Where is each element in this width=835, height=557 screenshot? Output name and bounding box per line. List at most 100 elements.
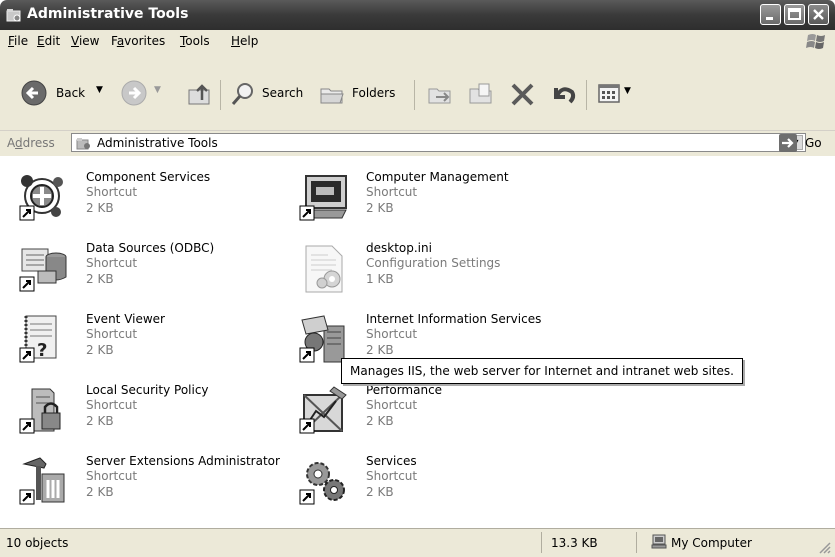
computer-management-icon <box>299 175 347 221</box>
file-type: Shortcut <box>366 398 418 412</box>
address-input[interactable]: Administrative Tools ▼ <box>71 133 806 152</box>
file-item-component-services[interactable]: Component Services Shortcut 2 KB <box>18 170 288 232</box>
file-item-server-extensions-administrator[interactable]: Server Extensions Administrator Shortcut… <box>18 454 288 516</box>
move-to-icon[interactable] <box>426 80 456 108</box>
security-policy-icon <box>19 388 61 434</box>
menu-view[interactable]: View <box>71 34 99 48</box>
file-size: 1 KB <box>366 272 394 286</box>
component-services-icon <box>19 175 63 221</box>
forward-dropdown-icon[interactable]: ▼ <box>154 85 161 95</box>
undo-icon[interactable] <box>548 80 578 108</box>
search-icon <box>231 83 253 105</box>
file-name: Internet Information Services <box>366 312 542 326</box>
status-size: 13.3 KB <box>551 536 598 550</box>
resize-grip-icon[interactable] <box>818 541 832 555</box>
close-icon <box>813 9 824 20</box>
copy-to-icon[interactable] <box>467 80 497 108</box>
forward-button[interactable]: ▼ <box>120 79 170 109</box>
folders-icon <box>320 88 344 104</box>
go-arrow-icon <box>779 134 797 152</box>
views-button[interactable]: ▼ <box>596 80 640 108</box>
file-type: Shortcut <box>366 327 418 341</box>
menu-bar: File Edit View Favorites Tools Help <box>0 30 835 53</box>
file-type: Configuration Settings <box>366 256 501 270</box>
views-icon <box>598 84 620 103</box>
file-type: Shortcut <box>86 469 138 483</box>
file-item-local-security-policy[interactable]: Local Security Policy Shortcut 2 KB <box>18 383 288 445</box>
performance-icon <box>299 386 347 434</box>
file-item-desktop-ini[interactable]: desktop.ini Configuration Settings 1 KB <box>298 241 568 303</box>
menu-favorites[interactable]: Favorites <box>111 34 165 48</box>
windows-flag-icon <box>806 34 825 49</box>
file-type: Shortcut <box>86 185 138 199</box>
title-bar[interactable]: Administrative Tools <box>0 0 835 30</box>
file-name: Computer Management <box>366 170 509 184</box>
file-name: Local Security Policy <box>86 383 209 397</box>
admin-tools-folder-icon <box>6 9 21 22</box>
file-name: Data Sources (ODBC) <box>86 241 215 255</box>
views-dropdown-icon: ▼ <box>624 86 631 96</box>
search-label: Search <box>262 86 304 100</box>
file-size: 2 KB <box>86 272 114 286</box>
file-name: Event Viewer <box>86 312 165 326</box>
file-item-data-sources[interactable]: Data Sources (ODBC) Shortcut 2 KB <box>18 241 288 303</box>
file-list: Component Services Shortcut 2 KB Compute… <box>0 156 835 528</box>
file-size: 2 KB <box>86 414 114 428</box>
go-button[interactable]: Go <box>779 134 831 153</box>
delete-icon[interactable] <box>508 80 538 108</box>
status-bar: 10 objects 13.3 KB My Computer <box>0 528 835 557</box>
minimize-icon <box>766 17 773 20</box>
file-name: Component Services <box>86 170 211 184</box>
file-item-performance[interactable]: Performance Shortcut 2 KB <box>298 383 568 445</box>
menu-help[interactable]: Help <box>231 34 258 48</box>
iis-tooltip: Manages IIS, the web server for Internet… <box>341 358 743 384</box>
file-size: 2 KB <box>86 201 114 215</box>
search-button[interactable]: Search <box>230 79 310 109</box>
file-size: 2 KB <box>366 201 394 215</box>
server-extensions-icon <box>19 457 65 505</box>
up-folder-icon[interactable] <box>186 80 214 108</box>
standard-toolbar: Back ▼ ▼ Search Folders ▼ <box>0 52 835 130</box>
svg-text:?: ? <box>37 340 47 361</box>
file-item-computer-management[interactable]: Computer Management Shortcut 2 KB <box>298 170 568 232</box>
file-type: Shortcut <box>86 256 138 270</box>
config-file-icon <box>305 245 343 293</box>
file-type: Shortcut <box>366 185 418 199</box>
file-item-event-viewer[interactable]: ? Event Viewer Shortcut 2 KB <box>18 312 288 374</box>
file-type: Shortcut <box>86 398 138 412</box>
menu-file[interactable]: File <box>8 34 28 48</box>
status-object-count: 10 objects <box>6 536 69 550</box>
back-arrow-icon <box>21 80 47 106</box>
file-size: 2 KB <box>366 485 394 499</box>
file-name: Server Extensions Administrator <box>86 454 280 468</box>
close-button[interactable] <box>808 4 829 25</box>
back-button[interactable]: Back ▼ <box>20 79 130 109</box>
address-bar: Address Administrative Tools ▼ Go <box>0 130 835 157</box>
event-viewer-icon: ? <box>19 315 57 363</box>
file-type: Shortcut <box>366 469 418 483</box>
status-zone: My Computer <box>671 536 752 550</box>
file-size: 2 KB <box>86 485 114 499</box>
menu-tools[interactable]: Tools <box>180 34 210 48</box>
maximize-button[interactable] <box>784 4 805 25</box>
address-label: Address <box>7 136 55 150</box>
file-size: 2 KB <box>366 414 394 428</box>
folders-button[interactable]: Folders <box>318 79 408 109</box>
admin-tools-small-icon <box>76 138 90 150</box>
address-value: Administrative Tools <box>97 136 218 150</box>
maximize-icon <box>788 8 801 20</box>
file-type: Shortcut <box>86 327 138 341</box>
file-name: desktop.ini <box>366 241 432 255</box>
forward-arrow-icon <box>121 80 147 106</box>
file-name: Services <box>366 454 417 468</box>
back-label: Back <box>56 86 86 100</box>
file-item-services[interactable]: Services Shortcut 2 KB <box>298 454 568 516</box>
menu-edit[interactable]: Edit <box>37 34 60 48</box>
data-sources-icon <box>19 248 67 292</box>
folders-label: Folders <box>352 86 396 100</box>
back-dropdown-icon[interactable]: ▼ <box>96 85 103 95</box>
minimize-button[interactable] <box>760 4 781 25</box>
window-title: Administrative Tools <box>27 6 189 22</box>
go-label: Go <box>805 136 822 150</box>
file-size: 2 KB <box>366 343 394 357</box>
